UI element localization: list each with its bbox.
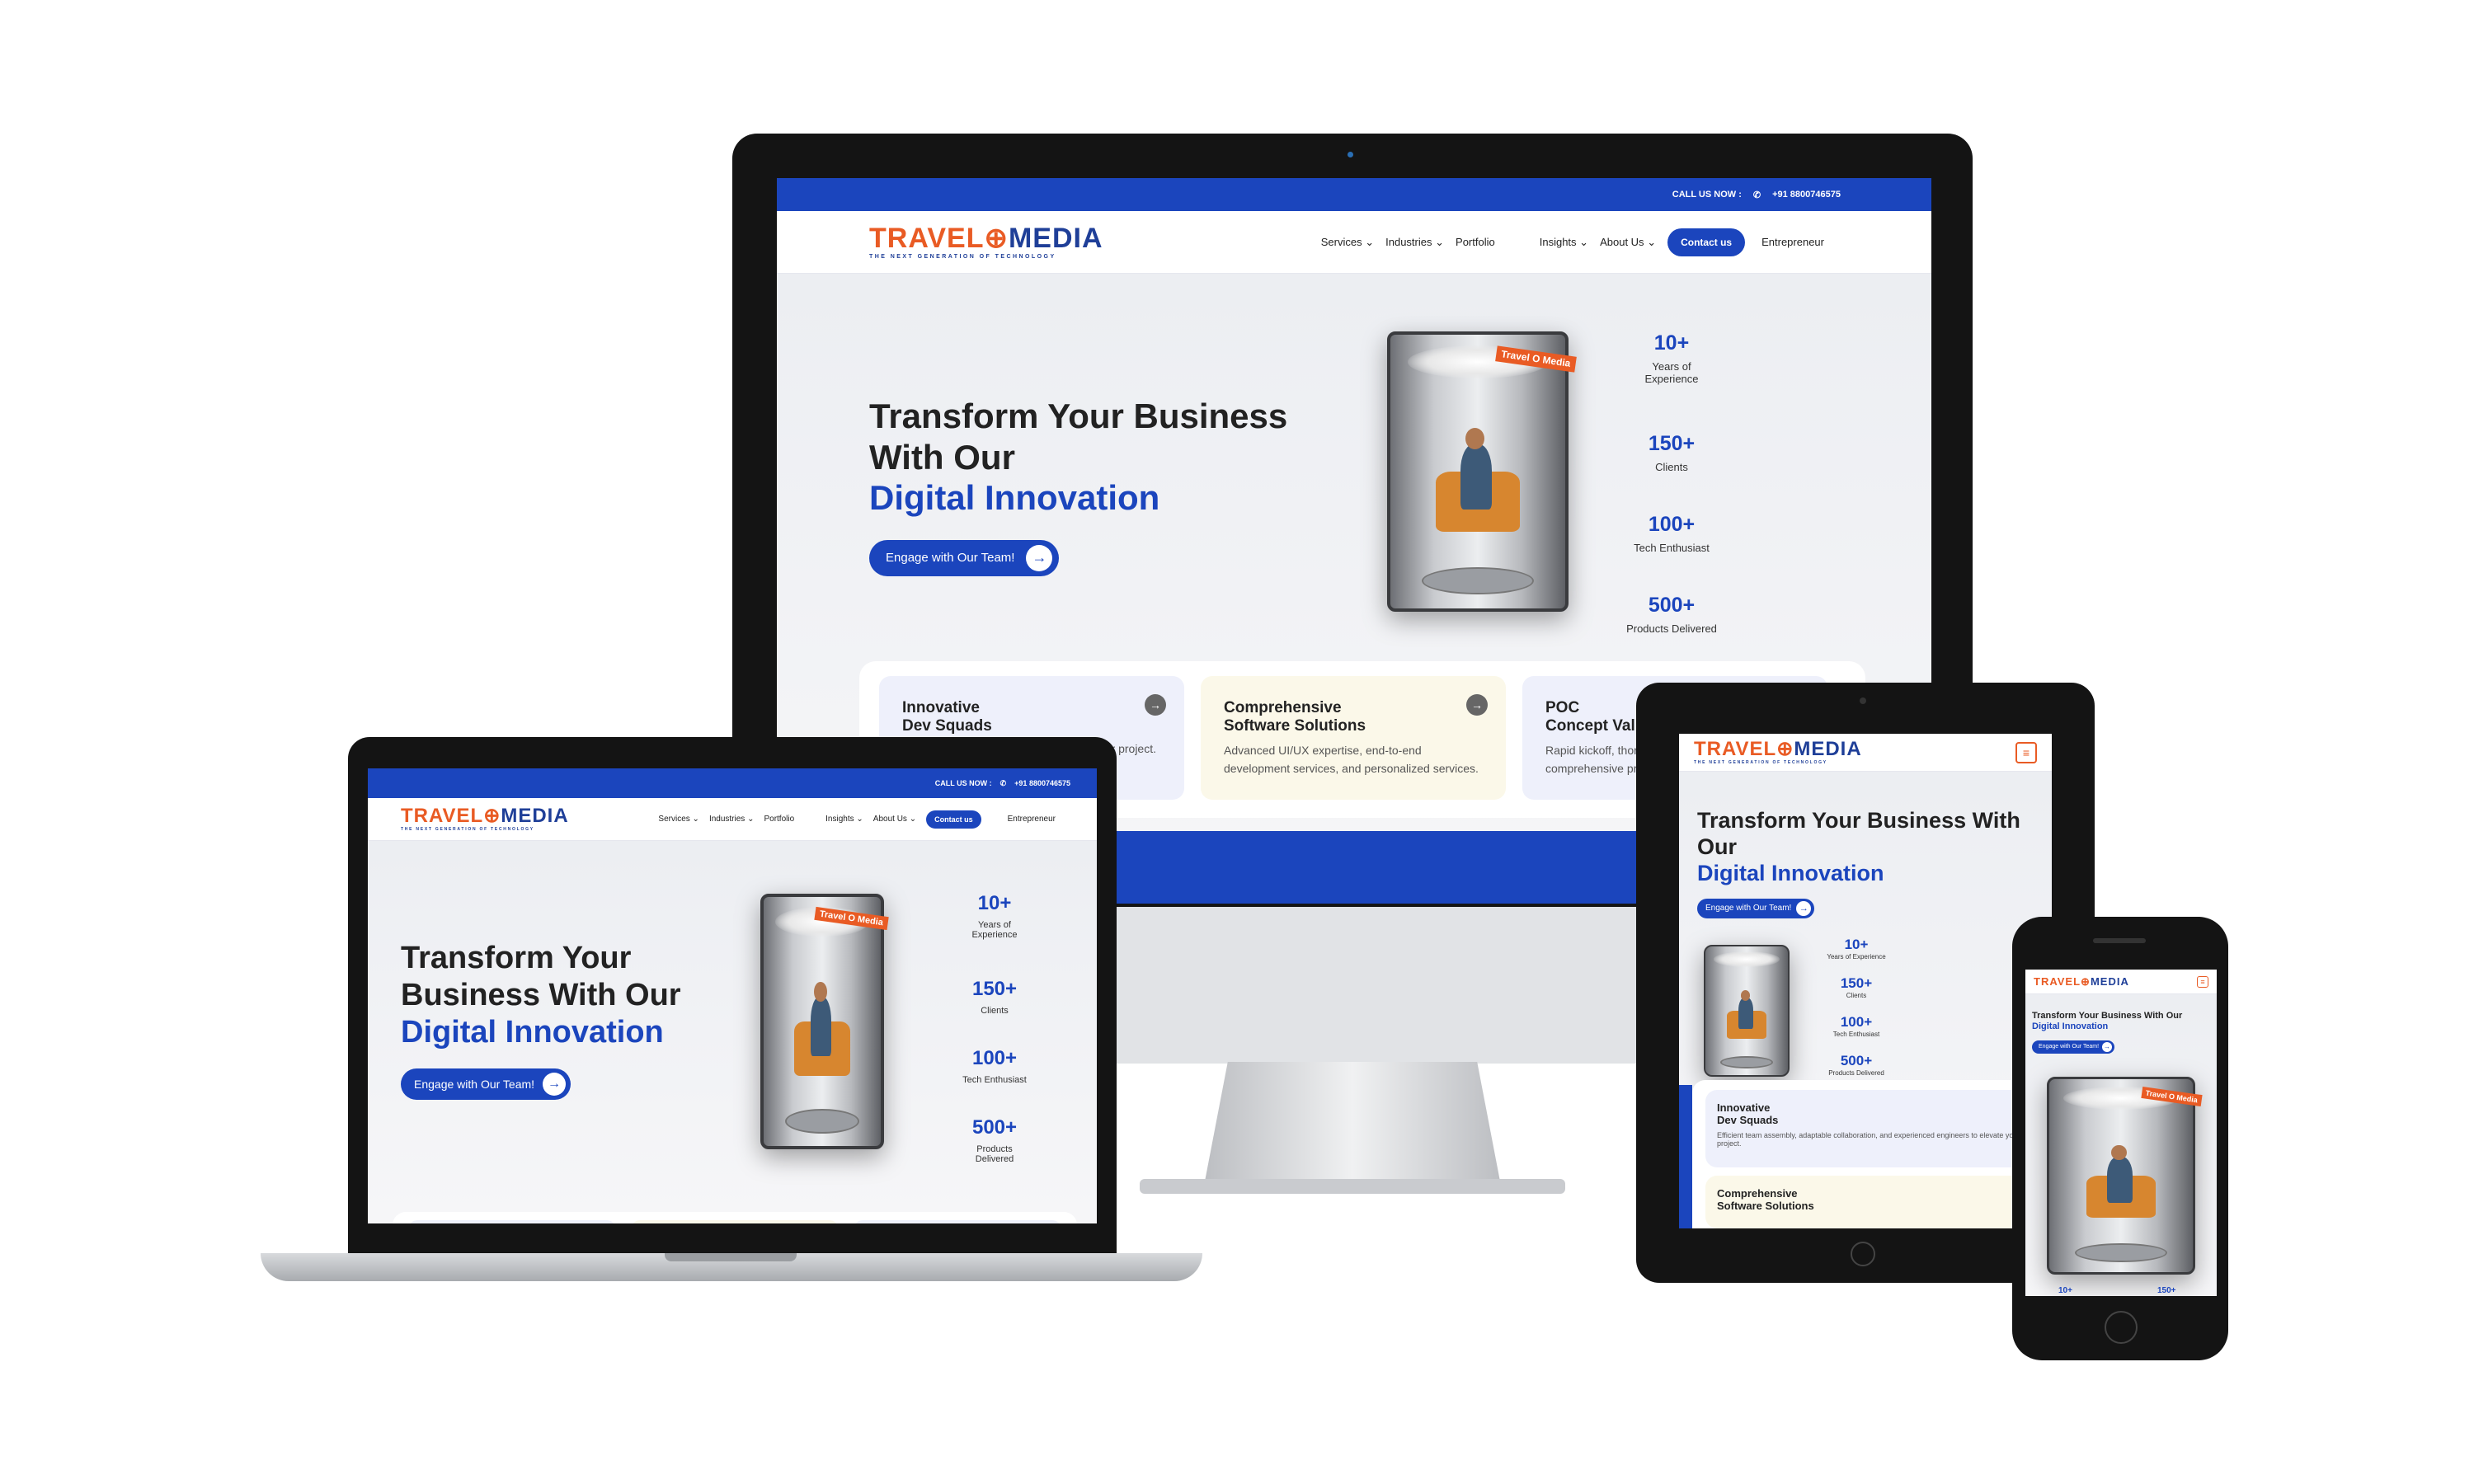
blue-band: [1679, 1085, 1692, 1228]
nav-entrepreneur[interactable]: Entrepreneur: [1761, 236, 1824, 248]
booth-image: [1704, 945, 1790, 1077]
laptop-notch: [665, 1253, 797, 1261]
hero-title: Transform Your Business With Our Digital…: [401, 941, 681, 1050]
laptop-screen: CALL US NOW : ✆ +91 8800746575 TRAVEL⊕MEDI…: [368, 768, 1097, 1223]
chevron-down-icon: ⌄: [1647, 235, 1657, 248]
hamburger-menu-icon[interactable]: ≡: [2015, 741, 2037, 763]
nav-industries[interactable]: Industries ⌄: [709, 815, 755, 824]
navbar: TRAVEL⊕MEDIA THE NEXT GENERATION OF TECHN…: [1679, 734, 2052, 772]
nav-insights[interactable]: Insights ⌄: [1540, 236, 1588, 249]
cta-button[interactable]: Engage with Our Team! →: [869, 539, 1060, 576]
nav-menu: Services ⌄ Industries ⌄ Portfolio Insigh…: [658, 810, 1056, 829]
booth-image: Travel O Media: [1387, 331, 1577, 612]
nav-portfolio[interactable]: Portfolio: [1456, 236, 1495, 248]
monitor-foot: [1140, 1179, 1565, 1194]
hero-text: Transform Your Business With Our Digital…: [401, 940, 681, 1101]
booth-image: Travel O Media: [2047, 1077, 2203, 1275]
hero-text: Transform Your Business With Our Digital…: [1697, 808, 2044, 918]
chevron-down-icon: ⌄: [1579, 235, 1589, 248]
stats-column: 10+ Years of Experience 150+ Clients 100+ T…: [1610, 331, 1733, 635]
cta-button[interactable]: Engage with Our Team! →: [401, 1068, 571, 1101]
nav-industries[interactable]: Industries ⌄: [1385, 236, 1444, 249]
hero-text: Transform Your Business With Our Digital…: [2032, 1011, 2213, 1054]
card-dev-squads[interactable]: Innovative Dev Squads Efficient team asse…: [1705, 1090, 2052, 1167]
navbar: TRAVEL⊕MEDIA ≡: [2025, 970, 2217, 994]
phone-speaker: [2093, 938, 2146, 943]
arrow-right-icon: →: [2102, 1041, 2113, 1052]
contact-button[interactable]: Contact us: [1667, 228, 1746, 256]
card-software-solutions[interactable]: Comprehensive Software Solutions Advanced…: [1201, 676, 1506, 800]
hero-section: Transform Your Business With Our Digital…: [1679, 772, 2052, 1228]
call-label: CALL US NOW :: [1672, 190, 1742, 200]
stats-column: 10+ Years of Experience 150+ Clients 100+ T…: [962, 892, 1027, 1164]
hamburger-menu-icon[interactable]: ≡: [2197, 975, 2208, 988]
site-logo[interactable]: TRAVEL⊕MEDIA THE NEXT GENERATION OF TECHN…: [1694, 740, 1862, 764]
cta-button[interactable]: Engage with Our Team! →: [2032, 1040, 2115, 1054]
hero-text: Transform Your Business With Our Digital…: [869, 396, 1287, 576]
top-contact-bar: CALL US NOW : ✆ +91 8800746575: [777, 178, 1931, 211]
stat-products: 500+ Products Delivered: [1626, 594, 1717, 635]
phone-home-button[interactable]: [2105, 1311, 2138, 1344]
site-logo[interactable]: TRAVEL⊕MEDIA: [2034, 976, 2129, 987]
stat-clients: 150+ Clients: [1648, 432, 1696, 473]
tablet-camera: [1860, 697, 1866, 704]
chevron-down-icon: ⌄: [1365, 235, 1375, 248]
navbar: TRAVEL⊕MEDIA THE NEXT GENERATION OF TECHN…: [368, 798, 1097, 841]
chevron-down-icon: ⌄: [1435, 235, 1445, 248]
arrow-right-icon: →: [543, 1073, 567, 1097]
services-panel: Innovative Dev Squads Efficient team asse…: [1692, 1080, 2052, 1228]
card-software-solutions[interactable]: Comprehensive Software Solutions: [1705, 1176, 2052, 1228]
phone-number[interactable]: +91 8800746575: [1772, 190, 1841, 200]
booth-image: Travel O Media: [760, 894, 889, 1149]
nav-portfolio[interactable]: Portfolio: [764, 815, 794, 824]
navbar: TRAVEL⊕MEDIA THE NEXT GENERATION OF TECHN…: [777, 211, 1931, 274]
stat-experience: 10+ Years of Experience: [1644, 331, 1699, 385]
tablet-screen: TRAVEL⊕MEDIA THE NEXT GENERATION OF TECHN…: [1679, 734, 2052, 1228]
nav-insights[interactable]: Insights ⌄: [825, 815, 863, 824]
phone-icon: ✆: [1752, 190, 1761, 200]
hero-title: Transform Your Business With Our Digital…: [2032, 1011, 2183, 1031]
nav-menu: Services ⌄ Industries ⌄ Portfolio Insigh…: [1321, 228, 1824, 256]
nav-entrepreneur[interactable]: Entrepreneur: [1008, 815, 1056, 824]
tablet-home-button[interactable]: [1851, 1242, 1875, 1266]
stat-partial-1: 10+: [2058, 1286, 2072, 1295]
phone-screen: TRAVEL⊕MEDIA ≡ Transform Your Business W…: [2025, 970, 2217, 1296]
cta-button[interactable]: Engage with Our Team! →: [1697, 898, 1815, 918]
arrow-right-icon[interactable]: →: [1145, 694, 1166, 716]
contact-button[interactable]: Contact us: [926, 810, 981, 829]
arrow-right-icon: →: [1026, 544, 1053, 571]
phone-number[interactable]: +91 8800746575: [1014, 779, 1070, 787]
hero-title: Transform Your Business With Our Digital…: [1697, 808, 2020, 885]
monitor-stand: [1204, 1062, 1501, 1186]
hero-title: Transform Your Business With Our Digital…: [869, 397, 1288, 518]
stat-tech: 100+ Tech Enthusiast: [1634, 513, 1710, 554]
site-logo[interactable]: TRAVEL⊕MEDIA THE NEXT GENERATION OF TECHN…: [869, 224, 1103, 260]
nav-services[interactable]: Services ⌄: [658, 815, 699, 824]
nav-services[interactable]: Services ⌄: [1321, 236, 1374, 249]
top-contact-bar: CALL US NOW : ✆ +91 8800746575: [368, 768, 1097, 798]
arrow-right-icon[interactable]: →: [1466, 694, 1488, 716]
stat-partial-2: 150+: [2157, 1286, 2176, 1295]
nav-about[interactable]: About Us ⌄: [873, 815, 916, 824]
phone-icon: ✆: [999, 778, 1007, 787]
camera-dot: [1348, 152, 1353, 157]
hero-section: Transform Your Business With Our Digital…: [368, 841, 1097, 1223]
nav-about[interactable]: About Us ⌄: [1600, 236, 1656, 249]
services-panel-top: [393, 1212, 1077, 1223]
hero-section: Transform Your Business With Our Digital…: [2025, 994, 2217, 1296]
arrow-right-icon: →: [1796, 900, 1812, 916]
site-logo[interactable]: TRAVEL⊕MEDIA THE NEXT GENERATION OF TECHN…: [401, 806, 569, 831]
stats-column: 10+ Years of Experience 150+ Clients 100+ T…: [1827, 937, 1886, 1077]
